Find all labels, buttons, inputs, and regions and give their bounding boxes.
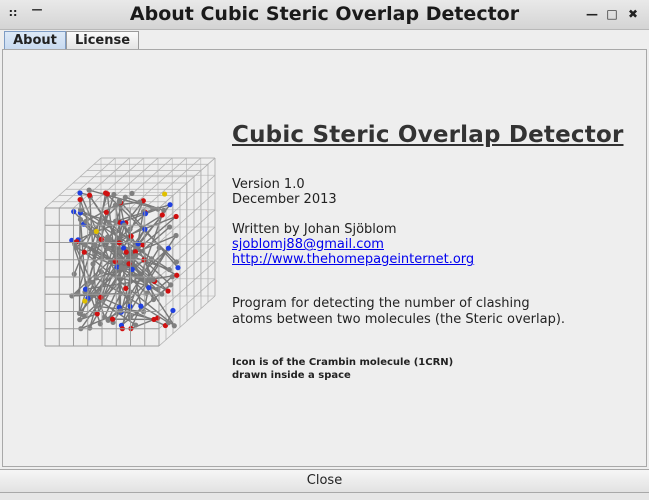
bottom-edge — [0, 493, 649, 500]
description-line-1: Program for detecting the number of clas… — [232, 296, 530, 311]
maximize-icon[interactable]: □ — [604, 6, 620, 22]
release-date: December 2013 — [232, 192, 337, 207]
crambin-molecule-cube-icon — [44, 157, 216, 347]
email-link[interactable]: sjoblomj88@gmail.com — [232, 237, 384, 252]
about-panel: Cubic Steric Overlap Detector Version 1.… — [2, 49, 647, 467]
author-text: Written by Johan Sjöblom — [232, 222, 397, 237]
window-title: About Cubic Steric Overlap Detector — [129, 3, 520, 25]
version-text: Version 1.0 — [232, 177, 305, 192]
tab-about[interactable]: About — [4, 31, 66, 49]
icon-note-line-2: drawn inside a space — [232, 370, 351, 381]
tab-license[interactable]: License — [66, 31, 139, 49]
minimize-icon[interactable]: — — [584, 6, 600, 22]
title-bar: :: — About Cubic Steric Overlap Detector… — [0, 0, 649, 30]
close-button[interactable]: Close — [0, 469, 649, 493]
app-heading: Cubic Steric Overlap Detector — [232, 122, 624, 148]
icon-note-line-1: Icon is of the Crambin molecule (1CRN) — [232, 357, 454, 368]
description-line-2: atoms between two molecules (the Steric … — [232, 312, 566, 327]
tab-bar: About License — [0, 30, 649, 50]
close-window-icon[interactable]: ✖ — [625, 6, 641, 22]
website-link[interactable]: http://www.thehomepageinternet.org — [232, 252, 474, 267]
